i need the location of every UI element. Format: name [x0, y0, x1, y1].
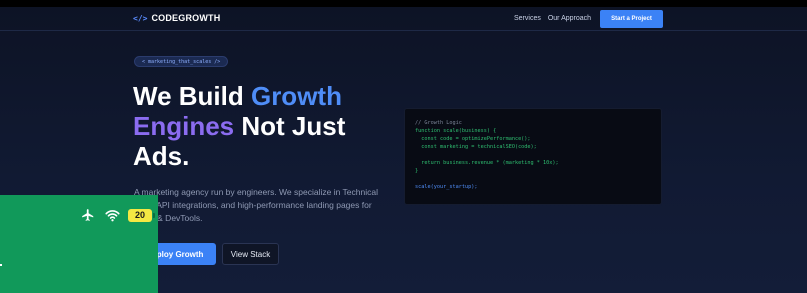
code-icon: </>	[133, 13, 148, 23]
hero-headline: We Build Growth Engines Not Just Ads.	[133, 81, 393, 171]
code-snippet: // Growth Logic function scale(business)…	[404, 108, 662, 205]
battery-level: 20	[128, 208, 152, 222]
code-line: scale(your_startup);	[415, 184, 478, 190]
logo-text: CODEGROWTH	[151, 13, 221, 23]
code-line: const marketing = technicalSEO(code);	[415, 144, 537, 150]
wifi-icon	[104, 208, 120, 222]
headline-highlight-growth: Growth	[250, 81, 342, 111]
badge-text: < marketing_that_scales />	[142, 58, 221, 65]
code-line: }	[415, 168, 419, 174]
code-line: const code = optimizePerformance();	[415, 136, 531, 142]
headline-part-4: Not Just	[234, 111, 346, 141]
view-stack-button[interactable]: View Stack	[222, 243, 279, 265]
edge-marker	[0, 264, 2, 266]
airplane-icon	[80, 208, 96, 222]
hero-description: A marketing agency run by engineers. We …	[134, 187, 378, 223]
battery-icon: 20	[128, 208, 155, 222]
status-icons: 20	[80, 208, 155, 222]
battery-nub	[153, 212, 155, 218]
logo[interactable]: </> CODEGROWTH	[133, 13, 220, 23]
status-overlay: 20	[0, 195, 158, 293]
code-line: return business.revenue * (marketing * 1…	[415, 160, 559, 166]
start-project-button[interactable]: Start a Project	[600, 10, 663, 28]
top-navbar: </> CODEGROWTH Services Our Approach Sta…	[0, 7, 807, 31]
headline-part-1: We Build	[133, 81, 251, 111]
nav-link-our-approach[interactable]: Our Approach	[548, 15, 591, 22]
tagline-badge: < marketing_that_scales />	[134, 56, 229, 67]
nav-links: Services Our Approach	[514, 15, 591, 22]
headline-part-5: Ads.	[133, 141, 190, 171]
nav-link-services[interactable]: Services	[514, 15, 541, 22]
code-line: function scale(business) {	[415, 128, 497, 134]
headline-highlight-engines: Engines	[133, 111, 235, 141]
code-line: // Growth Logic	[415, 120, 462, 126]
